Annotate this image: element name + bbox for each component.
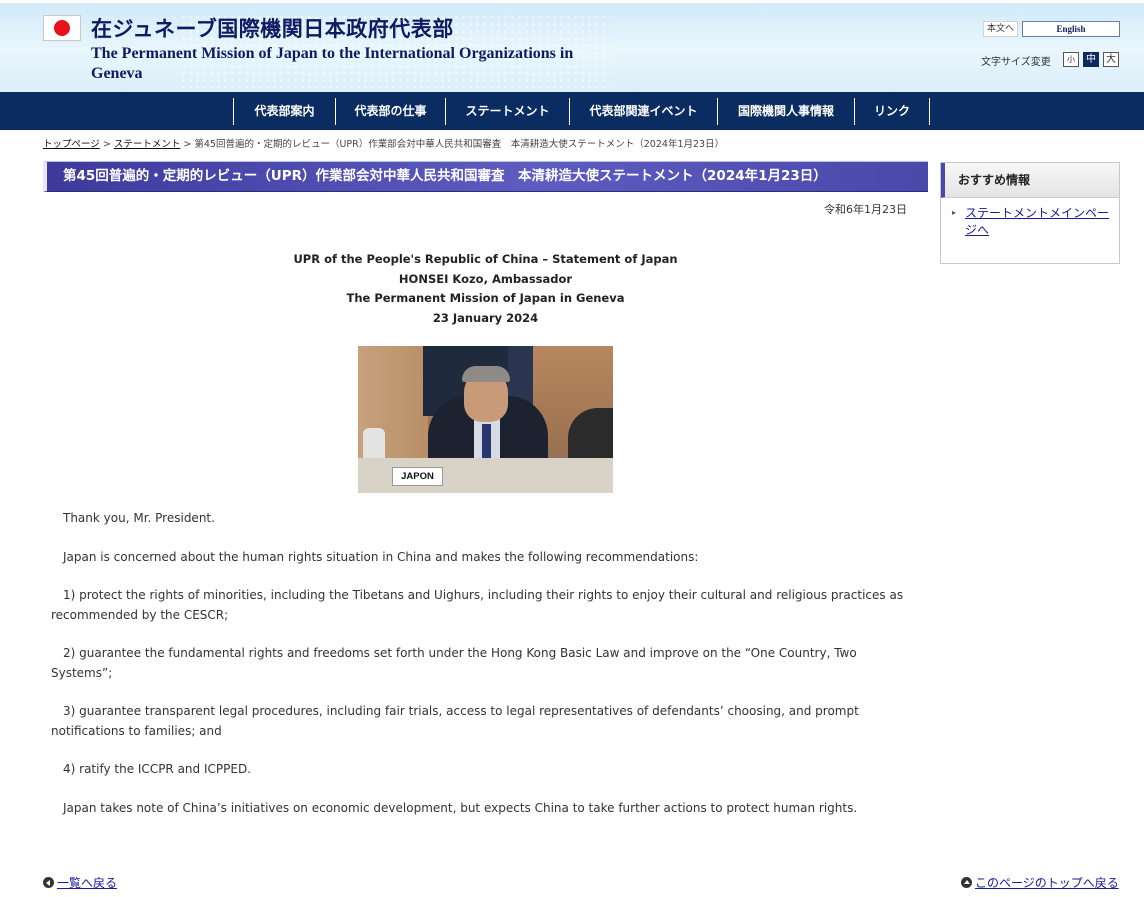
breadcrumb-statements-link[interactable]: ステートメント bbox=[114, 139, 181, 150]
statement-heading-line: UPR of the People's Republic of China – … bbox=[293, 252, 678, 266]
site-title-japanese[interactable]: 在ジュネーブ国際機関日本政府代表部 bbox=[91, 13, 454, 43]
publish-date: 令和6年1月23日 bbox=[824, 203, 907, 216]
statement-paragraph: 2) guarantee the fundamental rights and … bbox=[51, 646, 857, 680]
photo-nameplate: JAPON bbox=[392, 467, 443, 486]
nav-item-personnel[interactable]: 国際機関人事情報 bbox=[717, 98, 854, 125]
breadcrumb-home-link[interactable]: トップページ bbox=[43, 139, 100, 150]
site-title-english[interactable]: The Permanent Mission of Japan to the In… bbox=[91, 44, 611, 84]
site-header: 在ジュネーブ国際機関日本政府代表部 The Permanent Mission … bbox=[0, 0, 1144, 92]
statement-paragraph: 4) ratify the ICCPR and ICPPED. bbox=[63, 762, 251, 776]
font-size-small-button[interactable]: 小 bbox=[1063, 52, 1079, 67]
statement-paragraph: Thank you, Mr. President. bbox=[63, 511, 215, 525]
statement-heading-line: The Permanent Mission of Japan in Geneva bbox=[346, 291, 625, 305]
statement-paragraph: Japan is concerned about the human right… bbox=[63, 549, 699, 564]
recommended-sidebar: おすすめ情報 ▸ ステートメントメインページへ bbox=[940, 162, 1120, 264]
statement-paragraph: 3) guarantee transparent legal procedure… bbox=[51, 704, 859, 738]
statement-paragraph: Japan takes note of China’s initiatives … bbox=[63, 800, 858, 815]
breadcrumb-separator: > bbox=[183, 139, 192, 150]
nav-item-links[interactable]: リンク bbox=[854, 98, 930, 125]
nav-item-events[interactable]: 代表部関連イベント bbox=[569, 98, 717, 125]
nav-item-statements[interactable]: ステートメント bbox=[445, 98, 569, 125]
nav-item-about[interactable]: 代表部案内 bbox=[233, 98, 335, 125]
statement-heading: UPR of the People's Republic of China – … bbox=[43, 250, 928, 328]
font-size-large-button[interactable]: 大 bbox=[1103, 52, 1119, 67]
back-to-list-link[interactable]: 一覧へ戻る bbox=[57, 874, 117, 891]
font-size-label: 文字サイズ変更 bbox=[981, 57, 1051, 68]
statement-heading-line: 23 January 2024 bbox=[432, 310, 539, 325]
statement-heading-line: HONSEI Kozo, Ambassador bbox=[398, 271, 573, 286]
ambassador-photo: JAPON bbox=[358, 346, 613, 493]
breadcrumb-separator: > bbox=[102, 139, 111, 150]
nav-item-work[interactable]: 代表部の仕事 bbox=[335, 98, 445, 125]
statement-body: Thank you, Mr. President. Japan is conce… bbox=[51, 509, 921, 837]
breadcrumb: トップページ > ステートメント > 第45回普遍的・定期的レビュー（UPR）作… bbox=[43, 136, 724, 150]
statement-paragraph: 1) protect the rights of minorities, inc… bbox=[51, 588, 904, 622]
up-arrow-icon bbox=[961, 877, 972, 888]
breadcrumb-current: 第45回普遍的・定期的レビュー（UPR）作業部会対中華人民共和国審査 本清耕造大… bbox=[194, 139, 725, 150]
english-button[interactable]: English bbox=[1022, 21, 1120, 37]
page-title: 第45回普遍的・定期的レビュー（UPR）作業部会対中華人民共和国審査 本清耕造大… bbox=[43, 161, 928, 192]
statements-main-page-link[interactable]: ステートメントメインページへ bbox=[965, 205, 1115, 239]
sidebar-heading: おすすめ情報 bbox=[941, 163, 1119, 198]
japan-flag-icon bbox=[43, 15, 81, 41]
back-to-top-link[interactable]: このページのトップへ戻る bbox=[975, 874, 1119, 891]
arrow-right-icon: ▸ bbox=[952, 208, 957, 217]
global-nav: 代表部案内 代表部の仕事 ステートメント 代表部関連イベント 国際機関人事情報 … bbox=[0, 92, 1144, 130]
font-size-medium-button[interactable]: 中 bbox=[1083, 52, 1099, 67]
skip-to-content-link[interactable]: 本文へ bbox=[983, 21, 1019, 37]
back-arrow-icon bbox=[43, 877, 54, 888]
